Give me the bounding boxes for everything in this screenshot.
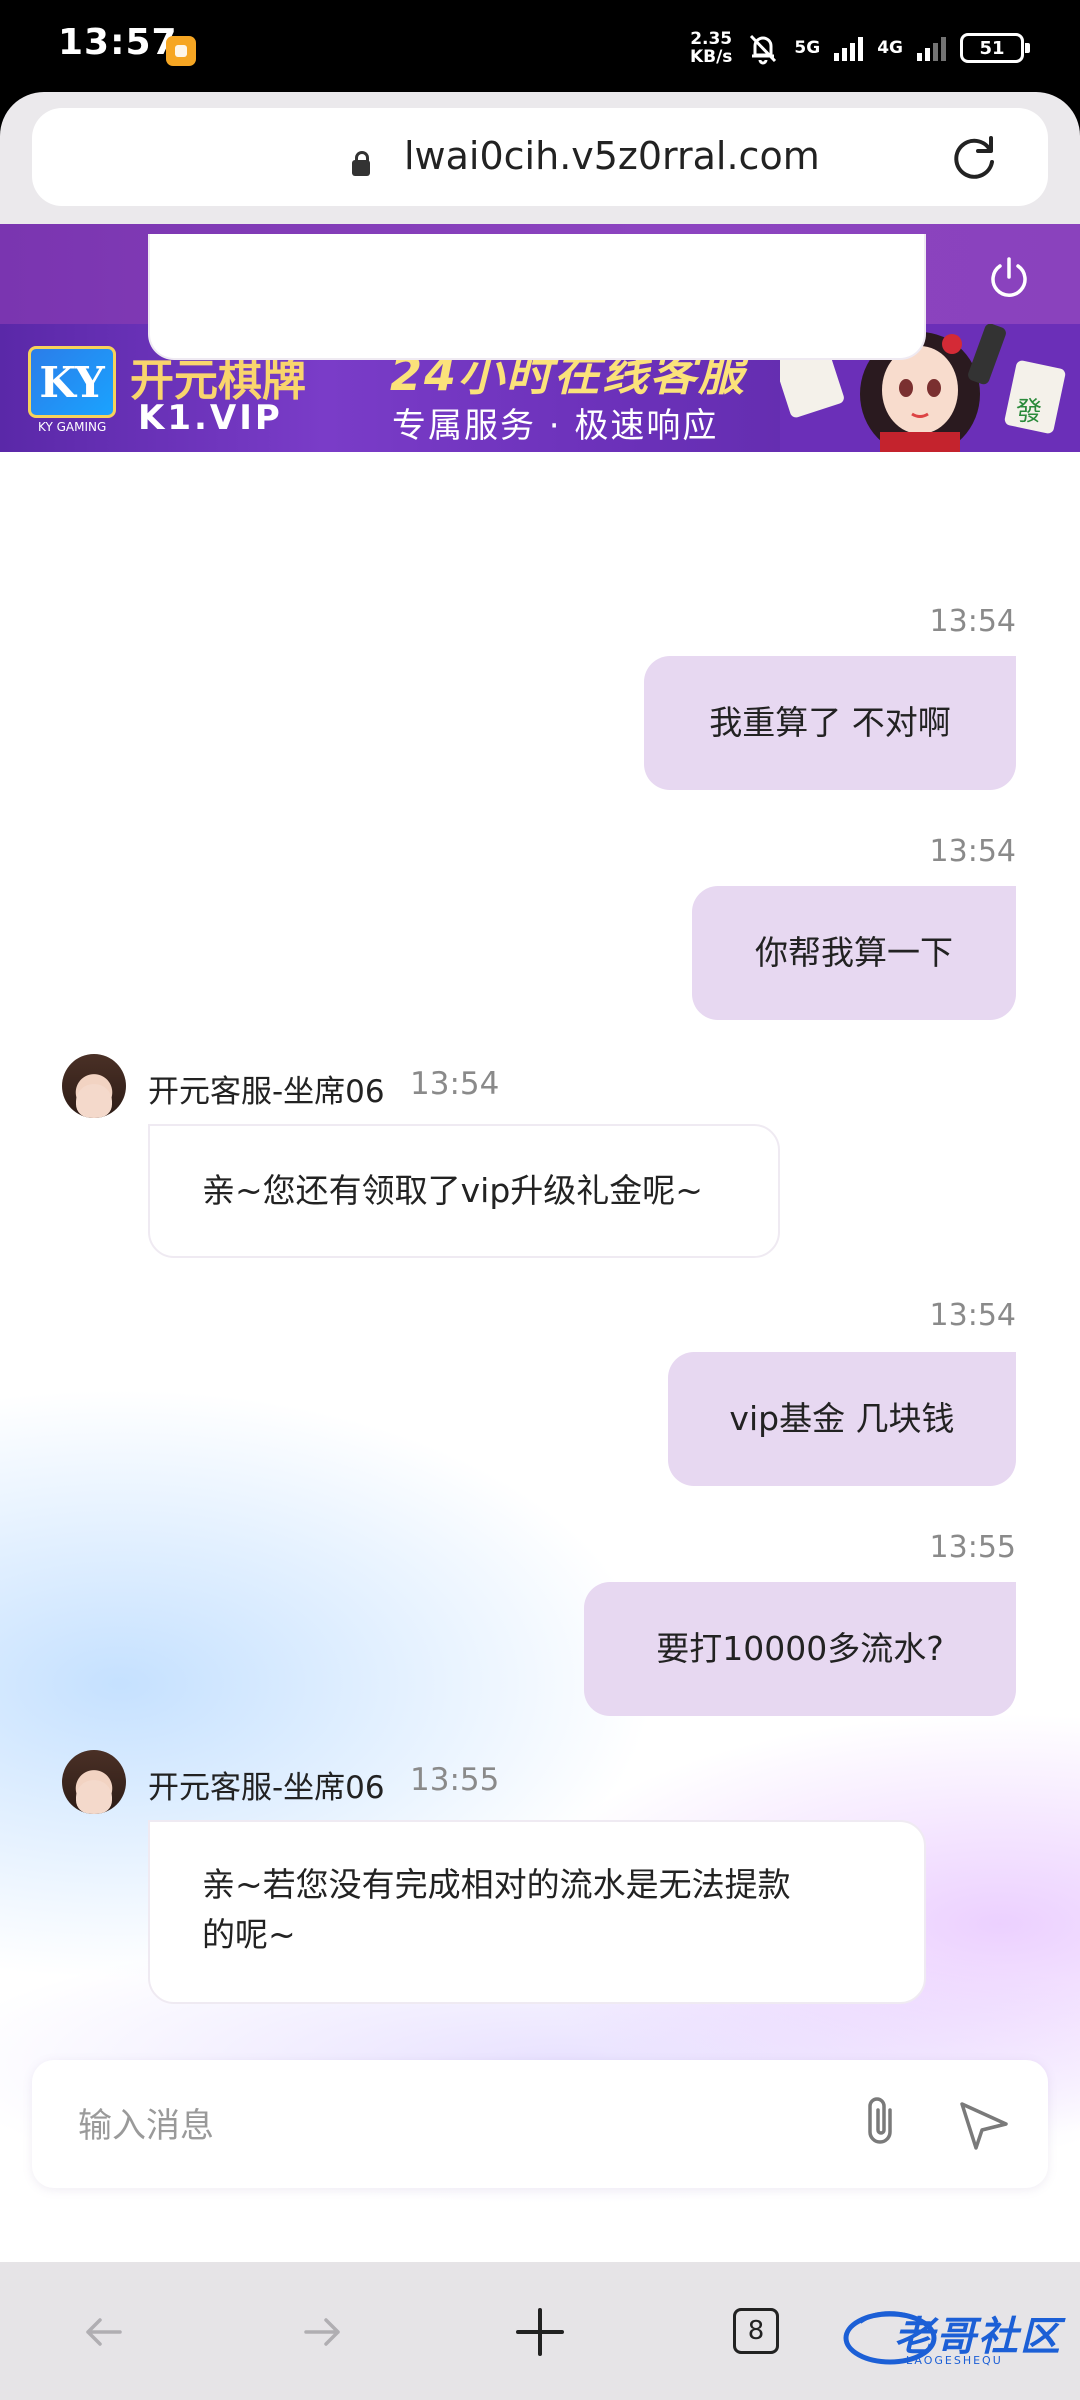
message-text-line: 的呢~ (202, 1915, 296, 1954)
message-time: 13:54 (929, 604, 1016, 639)
send-icon[interactable] (956, 2096, 1012, 2152)
previous-message-bubble (148, 234, 926, 360)
battery-icon: 51 (960, 33, 1030, 63)
signal-4g-icon (917, 35, 946, 61)
outgoing-message: vip基金 几块钱 (668, 1352, 1016, 1486)
network-4g-label: 4G (877, 38, 903, 58)
battery-level: 51 (979, 37, 1005, 59)
reload-icon[interactable] (946, 130, 1002, 186)
app-notification-icon (166, 36, 196, 66)
message-time: 13:54 (929, 1298, 1016, 1333)
incoming-message: 亲~若您没有完成相对的流水是无法提款 的呢~ (148, 1820, 926, 2004)
message-time: 13:55 (410, 1762, 500, 1798)
message-input[interactable]: 输入消息 (78, 2098, 214, 2147)
browser-bottom-bar: 8 老哥社区 LAOGESHEQU (0, 2262, 1080, 2400)
net-speed: 2.35 KB/s (690, 30, 732, 66)
signal-5g-icon (834, 35, 864, 61)
message-time: 13:54 (929, 834, 1016, 869)
message-text: 我重算了 不对啊 (709, 703, 951, 742)
chat-page: KY KY GAMING 开元棋牌 K1.VIP 24小时在线客服 专属服务 ·… (0, 224, 1080, 2262)
url-text[interactable]: lwai0cih.v5z0rral.com (404, 134, 820, 178)
svg-text:發: 發 (1016, 397, 1042, 427)
tabs-count: 8 (747, 2316, 765, 2346)
message-text: 你帮我算一下 (755, 933, 953, 972)
ky-logo-sub: KY GAMING (38, 420, 107, 434)
message-time: 13:54 (410, 1066, 500, 1102)
message-text: 亲~您还有领取了vip升级礼金呢~ (202, 1171, 703, 1210)
watermark-subtext: LAOGESHEQU (906, 2354, 1003, 2367)
back-arrow-icon[interactable] (76, 2304, 132, 2360)
browser-toolbar: lwai0cih.v5z0rral.com (0, 92, 1080, 224)
attachment-icon[interactable] (854, 2092, 910, 2152)
brand-url: K1.VIP (138, 398, 283, 438)
message-time: 13:55 (929, 1530, 1016, 1565)
network-5g-label: 5G (794, 38, 821, 58)
agent-name: 开元客服-坐席06 (148, 1770, 385, 1806)
message-text-line: 亲~若您没有完成相对的流水是无法提款 (202, 1865, 791, 1904)
status-bar: 13:57 2.35 KB/s 5G 4G 51 (0, 0, 1080, 92)
agent-name: 开元客服-坐席06 (148, 1074, 385, 1110)
outgoing-message: 要打10000多流水? (584, 1582, 1016, 1716)
net-speed-unit: KB/s (689, 47, 733, 67)
outgoing-message: 你帮我算一下 (692, 886, 1016, 1020)
message-composer[interactable]: 输入消息 (32, 2060, 1048, 2188)
net-speed-value: 2.35 (690, 29, 733, 49)
banner-subtitle: 专属服务 · 极速响应 (392, 406, 719, 446)
status-time: 13:57 (58, 22, 178, 63)
message-text: vip基金 几块钱 (729, 1399, 955, 1438)
tabs-count-button[interactable]: 8 (733, 2308, 779, 2354)
forward-arrow-icon[interactable] (294, 2304, 350, 2360)
address-bar[interactable]: lwai0cih.v5z0rral.com (32, 108, 1048, 206)
new-tab-plus-icon[interactable] (512, 2304, 568, 2360)
lock-icon (352, 151, 370, 176)
agent-avatar (62, 1750, 126, 1814)
mute-bell-icon (750, 34, 777, 65)
incoming-message: 亲~您还有领取了vip升级礼金呢~ (148, 1124, 780, 1258)
outgoing-message: 我重算了 不对啊 (644, 656, 1016, 790)
agent-avatar (62, 1054, 126, 1118)
message-text: 要打10000多流水? (656, 1629, 944, 1668)
status-icons: 2.35 KB/s 5G 4G 51 (690, 24, 1030, 72)
power-icon[interactable] (986, 254, 1032, 300)
ky-logo: KY (28, 346, 129, 418)
